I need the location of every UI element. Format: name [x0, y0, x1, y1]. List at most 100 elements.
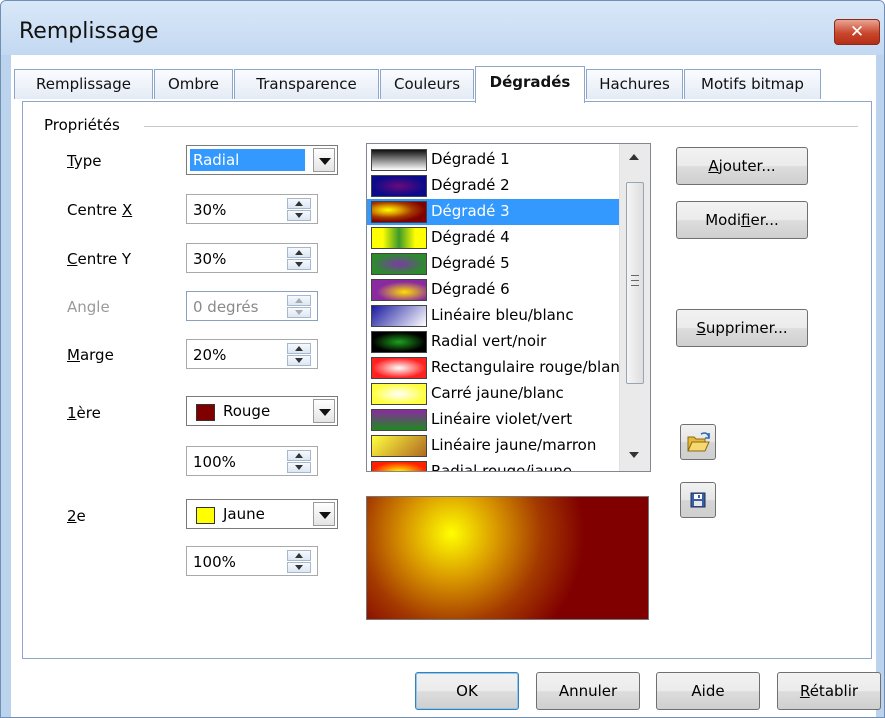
grip-icon	[631, 275, 639, 286]
second-intensity-spinbox[interactable]: 100%	[186, 546, 318, 576]
tab-remplissage[interactable]: Remplissage	[14, 69, 153, 99]
spin-up-icon[interactable]	[287, 450, 311, 461]
help-button[interactable]: Aide	[656, 672, 760, 710]
spin-down-icon[interactable]	[287, 562, 311, 573]
modify-button[interactable]: Modifier...	[676, 201, 808, 239]
tab-degrades[interactable]: Dégradés	[475, 66, 585, 103]
properties-group-label: Propriétés	[44, 116, 126, 134]
color-swatch	[196, 507, 215, 524]
centre-x-spinbox[interactable]: 30%	[186, 194, 318, 224]
gradient-thumbnail	[371, 279, 427, 301]
gradient-thumbnail	[371, 201, 427, 223]
first-color-value: Rouge	[223, 402, 271, 420]
second-intensity-value[interactable]: 100%	[193, 553, 236, 571]
gradient-thumbnail	[371, 383, 427, 405]
gradient-list-scrollbar[interactable]	[619, 144, 650, 471]
angle-label: Angle	[67, 298, 110, 316]
spin-up-icon[interactable]	[287, 198, 311, 209]
cancel-button[interactable]: Annuler	[536, 672, 640, 710]
gradient-thumbnail	[371, 227, 427, 249]
gradient-item-selected[interactable]: Dégradé 3	[367, 199, 620, 225]
scroll-up-icon[interactable]	[629, 154, 639, 160]
marge-label: Marge	[67, 346, 114, 364]
gradient-thumbnail	[371, 409, 427, 431]
centre-x-value[interactable]: 30%	[193, 201, 226, 219]
second-color-select[interactable]: Jaune	[186, 499, 338, 529]
first-color-select[interactable]: Rouge	[186, 396, 338, 426]
tab-transparence[interactable]: Transparence	[234, 69, 379, 99]
first-intensity-spinbox[interactable]: 100%	[186, 446, 318, 476]
gradient-item[interactable]: Linéaire bleu/blanc	[367, 303, 620, 329]
spin-up-icon[interactable]	[287, 343, 311, 354]
group-divider	[144, 126, 858, 127]
gradient-item[interactable]: Dégradé 4	[367, 225, 620, 251]
marge-value[interactable]: 20%	[193, 346, 226, 364]
gradient-item[interactable]: Dégradé 6	[367, 277, 620, 303]
gradient-item[interactable]: Dégradé 5	[367, 251, 620, 277]
tab-ombre[interactable]: Ombre	[154, 69, 233, 99]
scroll-down-icon[interactable]	[629, 452, 639, 458]
ok-button[interactable]: OK	[415, 672, 519, 710]
centre-x-label: Centre X	[67, 201, 133, 219]
tab-hachures[interactable]: Hachures	[586, 69, 683, 99]
spin-up-icon[interactable]	[287, 247, 311, 258]
centre-y-spinbox[interactable]: 30%	[186, 243, 318, 273]
second-color-value: Jaune	[223, 505, 265, 523]
gradient-item[interactable]: Radial rouge/jaune	[367, 459, 620, 471]
chevron-down-icon[interactable]	[313, 148, 335, 172]
second-color-label: 2e	[67, 507, 86, 525]
gradient-item[interactable]: Linéaire violet/vert	[367, 407, 620, 433]
first-color-label: 1ère	[67, 404, 101, 422]
spin-up-icon	[287, 295, 311, 306]
gradient-thumbnail	[371, 331, 427, 353]
title-bar: Remplissage ✕	[1, 1, 884, 55]
gradient-thumbnail	[371, 357, 427, 379]
reset-button[interactable]: Rétablir	[777, 672, 881, 710]
gradient-item[interactable]: Dégradé 2	[367, 173, 620, 199]
close-button[interactable]: ✕	[834, 19, 880, 45]
gradient-item[interactable]: Carré jaune/blanc	[367, 381, 620, 407]
type-select[interactable]: Radial	[186, 145, 338, 175]
centre-y-value[interactable]: 30%	[193, 250, 226, 268]
spin-down-icon[interactable]	[287, 355, 311, 366]
tab-couleurs[interactable]: Couleurs	[380, 69, 474, 99]
save-gradients-button[interactable]	[680, 482, 716, 518]
spin-down-icon	[287, 307, 311, 318]
gradient-thumbnail	[371, 435, 427, 457]
marge-spinbox[interactable]: 20%	[186, 339, 318, 369]
spin-down-icon[interactable]	[287, 462, 311, 473]
gradient-thumbnail	[371, 175, 427, 197]
folder-open-icon	[687, 432, 710, 452]
gradient-item[interactable]: Rectangulaire rouge/blanc	[367, 355, 628, 381]
gradient-thumbnail	[371, 305, 427, 327]
angle-value: 0 degrés	[193, 298, 259, 316]
angle-spinbox: 0 degrés	[186, 291, 318, 321]
spin-up-icon[interactable]	[287, 550, 311, 561]
open-gradients-button[interactable]	[680, 424, 716, 460]
scrollbar-thumb[interactable]	[626, 182, 644, 384]
tab-motifs-bitmap[interactable]: Motifs bitmap	[684, 69, 821, 99]
centre-y-label: Centre Y	[67, 250, 132, 268]
type-select-value: Radial	[190, 149, 305, 171]
gradient-preview	[366, 496, 649, 620]
gradient-thumbnail	[371, 461, 427, 471]
window-title: Remplissage	[19, 19, 159, 44]
delete-button[interactable]: Supprimer...	[676, 309, 808, 347]
gradient-list[interactable]: Dégradé 1 Dégradé 2 Dégradé 3 Dégradé 4 …	[366, 143, 651, 472]
gradient-thumbnail	[371, 149, 427, 171]
type-label: Type	[67, 152, 102, 170]
add-button[interactable]: Ajouter...	[676, 147, 808, 185]
gradient-item[interactable]: Dégradé 1	[367, 147, 620, 173]
gradient-item[interactable]: Radial vert/noir	[367, 329, 620, 355]
close-icon: ✕	[849, 22, 865, 42]
gradient-thumbnail	[371, 253, 427, 275]
tab-strip: Remplissage Ombre Transparence Couleurs …	[10, 66, 850, 103]
chevron-down-icon[interactable]	[313, 399, 335, 423]
color-swatch	[196, 404, 215, 421]
spin-down-icon[interactable]	[287, 210, 311, 221]
floppy-save-icon	[690, 492, 706, 508]
chevron-down-icon[interactable]	[313, 502, 335, 526]
gradient-item[interactable]: Linéaire jaune/marron	[367, 433, 620, 459]
first-intensity-value[interactable]: 100%	[193, 453, 236, 471]
spin-down-icon[interactable]	[287, 259, 311, 270]
